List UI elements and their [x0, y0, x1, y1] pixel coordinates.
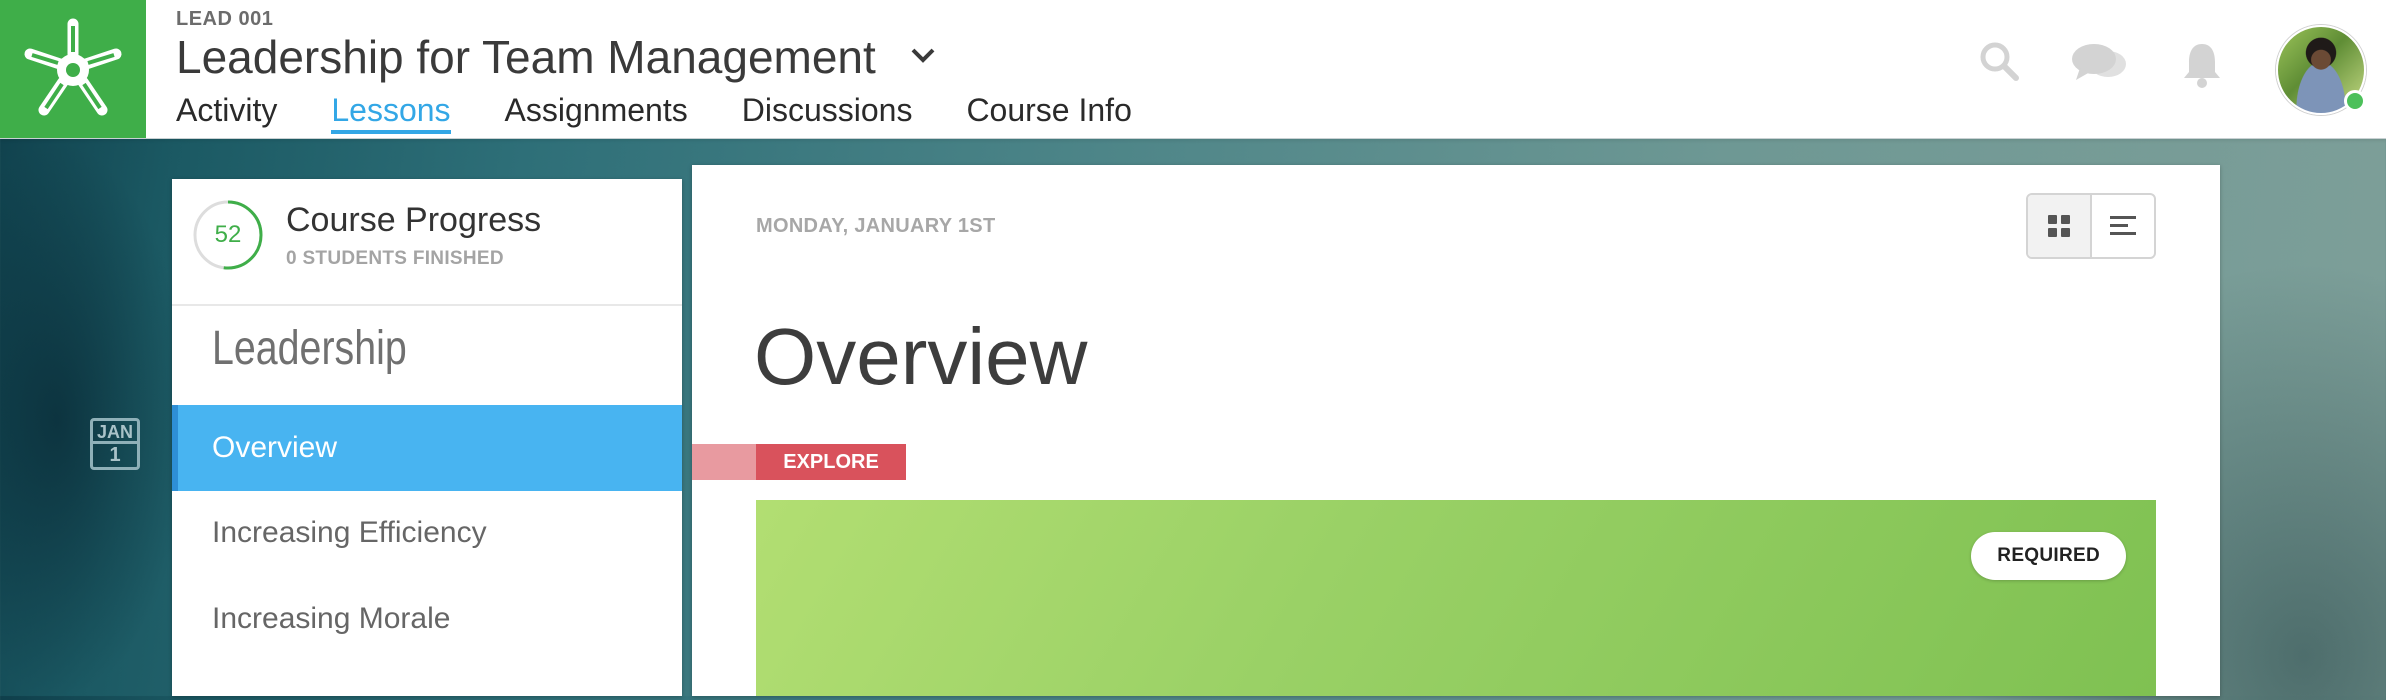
sidebar-item-increasing-efficiency[interactable]: Increasing Efficiency	[172, 490, 682, 576]
top-bar: LEAD 001 Leadership for Team Management …	[0, 0, 2386, 139]
tab-activity[interactable]: Activity	[176, 88, 277, 136]
tab-course-info[interactable]: Course Info	[966, 88, 1131, 136]
course-title[interactable]: Leadership for Team Management	[176, 30, 876, 84]
divider	[172, 304, 682, 306]
tab-lessons[interactable]: Lessons	[331, 88, 451, 136]
explore-tag: EXPLORE	[756, 444, 906, 480]
progress-value: 52	[214, 221, 242, 248]
tab-discussions[interactable]: Discussions	[742, 88, 913, 136]
section-heading: Leadership	[212, 322, 407, 375]
course-nav: Activity Lessons Assignments Discussions…	[176, 88, 1186, 138]
tab-assignments[interactable]: Assignments	[505, 88, 688, 136]
course-code: LEAD 001	[176, 8, 274, 30]
date-marker-month: JAN	[96, 422, 133, 442]
lesson-date: MONDAY, JANUARY 1ST	[756, 215, 996, 237]
required-badge: REQUIRED	[1971, 532, 2126, 580]
chevron-down-icon[interactable]	[910, 46, 936, 64]
online-status-indicator	[2344, 90, 2366, 112]
search-icon[interactable]	[1978, 40, 2022, 84]
bell-icon[interactable]	[2180, 40, 2224, 90]
grid-icon	[2048, 215, 2070, 237]
progress-subtitle: 0 STUDENTS FINISHED	[286, 248, 504, 269]
progress-title: Course Progress	[286, 201, 542, 239]
grid-view-button[interactable]	[2028, 195, 2092, 257]
lesson-content: MONDAY, JANUARY 1ST Overview EXPLORE REQ…	[692, 165, 2220, 696]
tag-accent	[692, 444, 756, 480]
logo-icon	[24, 18, 122, 116]
app-logo[interactable]	[0, 0, 146, 138]
date-marker-day: 1	[93, 441, 137, 466]
lesson-hero-banner[interactable]: REQUIRED	[756, 500, 2156, 696]
chat-icon[interactable]	[2070, 42, 2128, 86]
lessons-sidebar: 52 Course Progress 0 STUDENTS FINISHED L…	[172, 179, 682, 696]
date-marker[interactable]: JAN 1	[90, 418, 140, 470]
list-view-button[interactable]	[2092, 195, 2154, 257]
view-toggle	[2026, 193, 2156, 259]
sidebar-item-overview[interactable]: Overview	[172, 405, 682, 491]
page-title: Overview	[754, 312, 1088, 401]
list-icon	[2110, 216, 2136, 235]
sidebar-item-increasing-morale[interactable]: Increasing Morale	[172, 576, 682, 662]
